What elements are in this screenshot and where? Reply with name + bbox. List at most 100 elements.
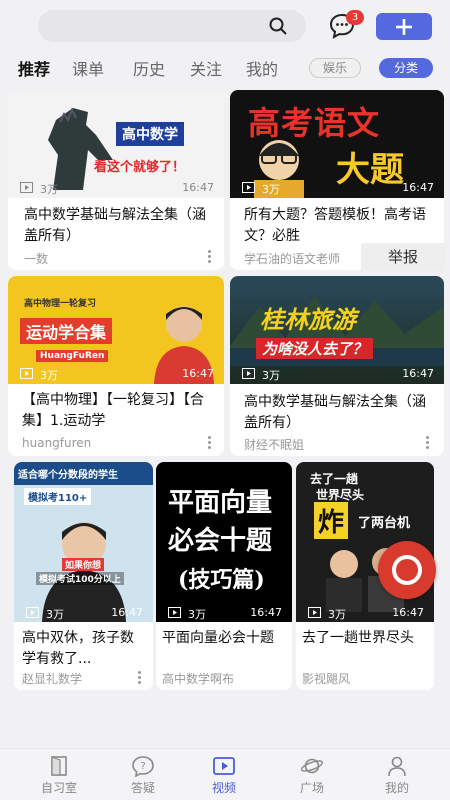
video-author: 一数 [24, 252, 49, 266]
message-badge: 3 [346, 10, 364, 25]
thumbnail-caption: 平面向量 [168, 488, 273, 518]
tab-following[interactable]: 关注 [190, 56, 222, 80]
video-meta: 3万 16:47 [156, 604, 292, 622]
bottom-navigation: 自习室 ? 答疑 视频 广场 我的 [0, 748, 450, 800]
video-thumbnail: 高中数学 看这个就够了！ 3万 16:47 [8, 90, 224, 198]
thumbnail-caption: 高中物理一轮复习 [24, 299, 97, 309]
video-meta: 3万 16:47 [230, 365, 444, 383]
video-author: 高中数学啊布 [162, 672, 235, 686]
video-thumbnail: 适合哪个分数段的学生 模拟考110+ 如果你想 模拟考试100分以上 3万 16… [14, 462, 153, 622]
thumbnail-caption: 必会十题 [168, 526, 273, 556]
video-thumbnail: 高中物理一轮复习 运动学合集 HuangFuRen 3万 16:47 [8, 276, 224, 384]
view-count: 3万 [40, 183, 58, 196]
thumbnail-caption: (技巧篇) [178, 567, 265, 593]
entertainment-pill[interactable]: 娱乐 [309, 58, 361, 78]
more-options-icon[interactable] [208, 436, 212, 450]
thumbnail-caption: 适合哪个分数段的学生 [14, 462, 153, 485]
record-ring-icon [392, 555, 422, 585]
thumbnail-caption: 运动学合集 [20, 318, 113, 344]
thumbnail-caption: 炸 [314, 502, 349, 539]
thumbnail-caption: 模拟考试100分以上 [36, 572, 124, 585]
play-icon [26, 607, 39, 618]
plus-icon [396, 18, 412, 35]
more-options-icon[interactable] [208, 250, 212, 264]
view-count: 3万 [328, 608, 346, 621]
thumbnail-caption: 去了一趟 [310, 472, 359, 486]
video-author: 赵显礼数学 [22, 672, 83, 686]
video-duration: 16:47 [392, 606, 424, 619]
thumbnail-caption: HuangFuRen [36, 350, 109, 362]
add-button[interactable] [376, 13, 432, 40]
view-count: 3万 [262, 183, 280, 196]
video-title: 【高中物理】【一轮复习】【合集】1.运动学 [22, 392, 204, 429]
video-play-icon [213, 757, 235, 775]
thumbnail-caption: 桂林旅游 [260, 306, 356, 334]
tab-recommend[interactable]: 推荐 [18, 56, 50, 80]
view-count: 3万 [262, 369, 280, 382]
report-button[interactable]: 举报 [361, 243, 445, 271]
more-options-icon[interactable] [426, 436, 430, 450]
search-input[interactable] [38, 10, 306, 42]
video-duration: 16:47 [182, 367, 214, 380]
play-icon [308, 607, 321, 618]
tab-course-list[interactable]: 课单 [72, 56, 104, 80]
door-icon [51, 756, 67, 776]
nav-label: 广场 [299, 781, 324, 795]
video-author: huangfuren [22, 436, 92, 450]
play-icon [242, 368, 255, 379]
question-bubble-icon: ? [132, 756, 154, 777]
video-author: 影视飓风 [302, 672, 351, 686]
video-duration: 16:47 [250, 606, 282, 619]
video-title: 去了一趟世界尽头 [302, 630, 414, 646]
video-title: 平面向量必会十题 [162, 630, 274, 646]
video-card[interactable]: 高中物理一轮复习 运动学合集 HuangFuRen 3万 16:47 【高中物理… [8, 276, 224, 456]
thumbnail-caption: 高中数学 [116, 122, 184, 146]
video-thumbnail: 高考语文 大题 3万 16:47 [230, 90, 444, 198]
thumbnail-caption: 看这个就够了！ [94, 160, 186, 175]
video-card[interactable]: 适合哪个分数段的学生 模拟考110+ 如果你想 模拟考试100分以上 3万 16… [14, 462, 153, 690]
video-meta: 3万 16:47 [14, 604, 153, 622]
thumbnail-caption: 世界尽头 [316, 488, 365, 502]
nav-label: 我的 [384, 781, 409, 795]
search-icon[interactable] [268, 16, 288, 36]
category-pill[interactable]: 分类 [379, 58, 433, 78]
video-thumbnail: 桂林旅游 为啥没人去了？ 3万 16:47 [230, 276, 444, 384]
view-count: 3万 [46, 608, 64, 621]
video-title: 高中双休，孩子数学有救了... [22, 630, 134, 667]
floating-record-button[interactable] [378, 541, 436, 599]
video-card[interactable]: 桂林旅游 为啥没人去了？ 3万 16:47 高中数学基础与解法全集（涵盖所有） … [230, 276, 444, 456]
video-meta: 3万 16:47 [296, 604, 434, 622]
video-duration: 16:47 [402, 367, 434, 380]
video-title: 所有大题？答题模板！高考语文？必胜 [244, 207, 426, 244]
tab-history[interactable]: 历史 [133, 56, 165, 80]
video-card[interactable]: 平面向量 必会十题 (技巧篇) 3万 16:47 平面向量必会十题 高中数学啊布 [156, 462, 292, 690]
tab-mine[interactable]: 我的 [246, 56, 278, 80]
svg-text:?: ? [140, 761, 145, 772]
video-author: 学石油的语文老师 [244, 252, 341, 266]
video-card[interactable]: 高中数学 看这个就够了！ 3万 16:47 高中数学基础与解法全集（涵盖所有） … [8, 90, 224, 270]
video-duration: 16:47 [402, 181, 434, 194]
nav-study-room[interactable]: 自习室 [24, 755, 94, 796]
video-duration: 16:47 [111, 606, 143, 619]
play-icon [168, 607, 181, 618]
app-root: 3 推荐 课单 历史 关注 我的 娱乐 分类 高中数学 看这个就够了！ 3万 1… [0, 0, 450, 800]
play-icon [20, 368, 33, 379]
nav-label: 自习室 [40, 781, 77, 795]
planet-icon [300, 758, 324, 774]
more-options-icon[interactable] [138, 671, 142, 685]
view-count: 3万 [40, 369, 58, 382]
nav-label: 视频 [211, 781, 236, 795]
view-count: 3万 [188, 608, 206, 621]
video-title: 高中数学基础与解法全集（涵盖所有） [24, 207, 206, 244]
video-thumbnail: 平面向量 必会十题 (技巧篇) 3万 16:47 [156, 462, 292, 622]
video-author: 财经不眠姐 [244, 438, 305, 452]
thumbnail-caption: 了两台机 [358, 516, 411, 531]
nav-mine[interactable]: 我的 [362, 755, 432, 796]
thumbnail-caption: 为啥没人去了？ [256, 338, 374, 359]
nav-plaza[interactable]: 广场 [277, 755, 347, 796]
video-meta: 3万 16:47 [8, 179, 224, 197]
user-icon [388, 756, 406, 777]
nav-label: 答疑 [130, 781, 155, 795]
nav-qa[interactable]: ? 答疑 [108, 755, 178, 796]
nav-video[interactable]: 视频 [189, 755, 259, 796]
